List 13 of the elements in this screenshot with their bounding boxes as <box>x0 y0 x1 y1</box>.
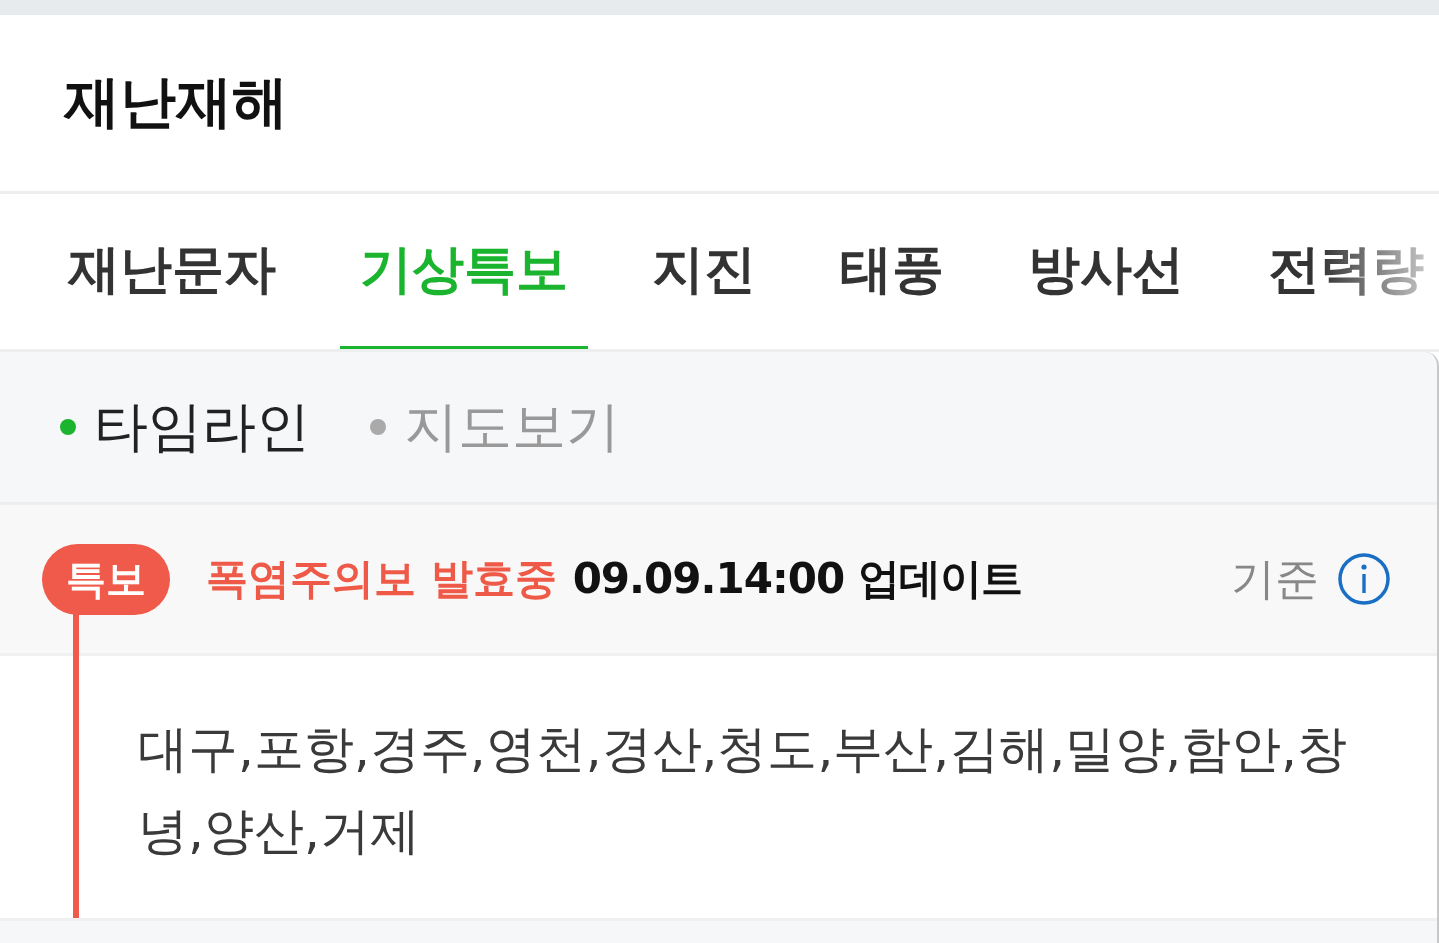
category-tab[interactable]: 전력량 <box>1248 194 1439 349</box>
update-time: 09.09.14:00 업데이트 <box>572 553 1022 605</box>
category-tab[interactable]: 재난문자 <box>48 194 296 349</box>
info-icon[interactable] <box>1337 552 1391 606</box>
category-tab[interactable]: 방사선 <box>1008 194 1204 349</box>
region-list: 대구,포항,경주,영천,경산,청도,부산,김해,밀양,함안,창녕,양산,거제 <box>138 708 1367 872</box>
category-tab[interactable]: 지진 <box>632 194 776 349</box>
page-title: 재난재해 <box>64 68 288 136</box>
alert-title: 폭염주의보 발효중 <box>206 553 557 605</box>
alert-badge: 특보 <box>42 543 170 615</box>
category-tab[interactable]: 태풍 <box>820 194 964 349</box>
view-mode-tab[interactable]: 타임라인 <box>60 390 310 464</box>
basis-label: 기준 <box>1231 551 1319 606</box>
